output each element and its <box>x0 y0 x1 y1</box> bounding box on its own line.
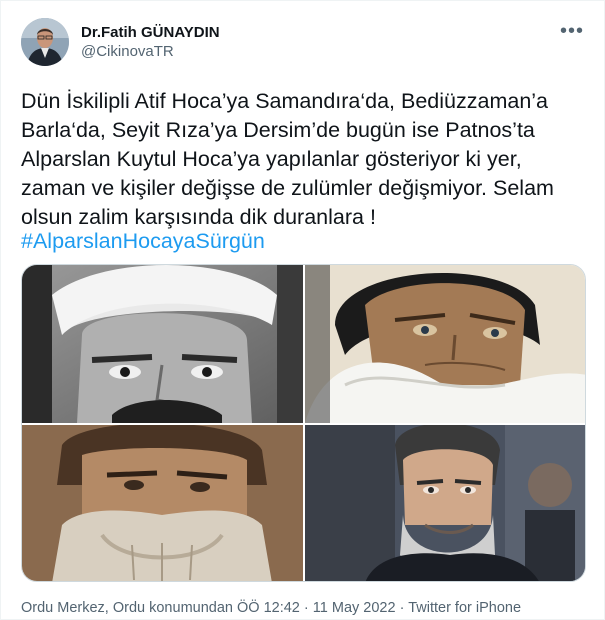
photo-2[interactable] <box>305 265 585 423</box>
tweet-source[interactable]: Twitter for iPhone <box>408 600 521 616</box>
photo-3[interactable] <box>22 425 303 581</box>
author-display-name[interactable]: Dr.Fatih GÜNAYDIN <box>81 23 220 42</box>
tweet-text: Dün İskilipli Atif Hoca’ya Samandıra‘da,… <box>21 89 554 229</box>
meta-separator: · <box>303 600 309 616</box>
more-horizontal-icon[interactable]: ••• <box>560 21 584 41</box>
photo-1[interactable] <box>22 265 303 423</box>
author-names: Dr.Fatih GÜNAYDIN @CikinovaTR <box>81 23 220 61</box>
meta-separator-2: · <box>399 600 405 616</box>
tweet-date[interactable]: 11 May 2022 <box>313 600 396 616</box>
tweet-location: Ordu Merkez, Ordu konumundan <box>21 600 233 616</box>
tweet-time[interactable]: ÖÖ 12:42 <box>237 600 300 616</box>
avatar[interactable] <box>21 18 69 66</box>
author-handle[interactable]: @CikinovaTR <box>81 42 220 61</box>
photo-4[interactable] <box>305 425 585 581</box>
hashtag-link[interactable]: #AlparslanHocayaSürgün <box>21 227 265 256</box>
media-grid <box>21 264 586 582</box>
tweet-header: Dr.Fatih GÜNAYDIN @CikinovaTR ••• <box>21 18 584 68</box>
avatar-image <box>21 18 69 66</box>
tweet-card: Dr.Fatih GÜNAYDIN @CikinovaTR ••• Dün İs… <box>0 0 605 620</box>
tweet-meta: Ordu Merkez, Ordu konumundan ÖÖ 12:42 · … <box>21 599 521 618</box>
